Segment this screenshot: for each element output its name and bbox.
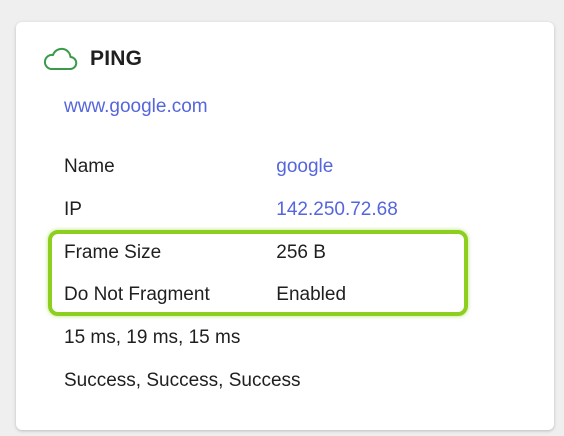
card-title: PING [90, 47, 143, 70]
response-statuses: Success, Success, Success [64, 370, 301, 391]
cloud-icon [42, 46, 78, 72]
ip-row: IP 142.250.72.68 [64, 199, 398, 221]
ping-card [16, 22, 554, 430]
response-times: 15 ms, 19 ms, 15 ms [64, 327, 241, 348]
name-value-link[interactable]: google [276, 156, 333, 178]
host-link[interactable]: www.google.com [64, 96, 208, 118]
ip-value-link[interactable]: 142.250.72.68 [276, 199, 398, 221]
ip-label: IP [64, 199, 82, 220]
highlight-box [48, 230, 468, 316]
name-row: Name google [64, 156, 333, 178]
name-label: Name [64, 156, 115, 177]
card-header: PING [42, 46, 142, 72]
